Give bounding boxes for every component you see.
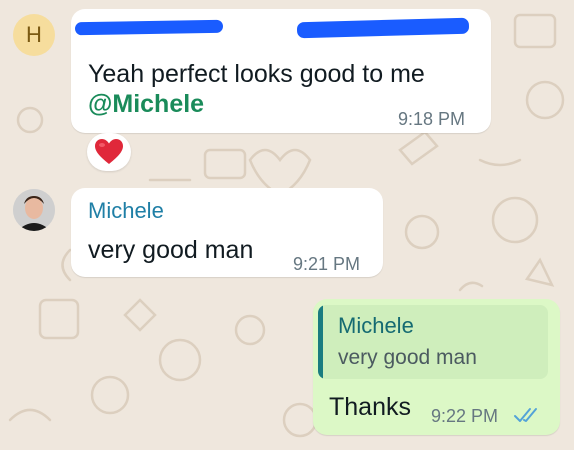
double-check-read-icon [514, 408, 537, 422]
quoted-sender-name: Michele [338, 313, 414, 338]
quoted-message-text: very good man [338, 346, 477, 369]
message-time: 9:21 PM [293, 254, 361, 274]
message-time: 9:18 PM [398, 109, 466, 129]
michele-avatar[interactable] [13, 189, 55, 231]
sender-name[interactable]: Michele [88, 197, 164, 225]
mention-link[interactable]: @Michele [88, 88, 204, 120]
sender-avatar[interactable]: H [13, 14, 55, 56]
avatar-initial: H [26, 22, 42, 47]
quote-accent-bar [318, 305, 323, 379]
profile-photo-icon [13, 189, 55, 231]
red-heart-icon [95, 139, 123, 164]
redacted-sender-name [74, 19, 224, 36]
message-text: Thanks [329, 393, 411, 421]
reaction-badge[interactable] [87, 133, 131, 171]
message-time: 9:22 PM [431, 406, 499, 426]
message-text: very good man [88, 236, 254, 264]
message-text: Yeah perfect looks good to me [88, 60, 425, 88]
